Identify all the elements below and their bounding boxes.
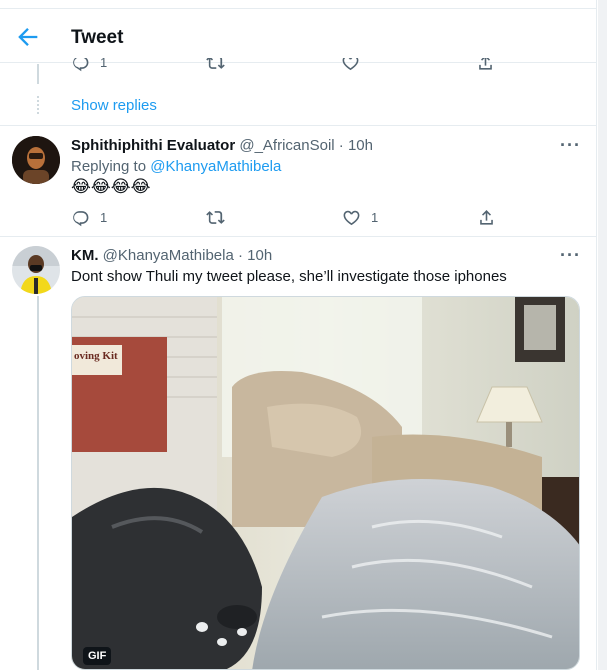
like-button[interactable] [341,58,360,72]
prev-tweet-actions: 1 [71,58,501,76]
user-name[interactable]: Sphithiphithi Evaluator [71,137,235,154]
gif-image: oving Kit [72,297,579,669]
gif-badge: GIF [83,647,112,665]
user-handle[interactable]: @_AfricanSoil [239,137,334,154]
page-title: Tweet [71,27,124,48]
share-button[interactable] [477,207,496,227]
replying-to: Replying to @KhanyaMathibela [71,158,281,175]
box-label: oving Kit [74,350,118,362]
more-icon[interactable]: ··· [560,135,581,156]
share-icon [479,58,492,70]
like-count: 1 [371,209,379,225]
reply-button[interactable]: 1 [71,207,107,227]
avatar[interactable] [12,136,60,184]
tweet-header: KM. @KhanyaMathibela · 10h [71,247,272,264]
tweet-time[interactable]: · 10h [339,137,373,154]
back-arrow-icon[interactable] [14,23,42,51]
like-icon [343,210,360,225]
tweet-actions: 1 1 [71,207,501,227]
gif-media[interactable]: oving Kit [71,296,580,670]
replying-prefix: Replying to [71,158,147,175]
divider [0,125,597,126]
thread-dots [37,96,39,116]
reply-button[interactable]: 1 [71,58,107,72]
share-button[interactable] [476,58,495,72]
user-handle[interactable]: @KhanyaMathibela [103,247,234,264]
reply-count: 1 [100,209,108,225]
thread-line [37,296,39,670]
share-icon [480,209,493,225]
reply-icon [73,210,89,226]
tweet-time[interactable]: · 10h [238,247,272,264]
tweet-text: 😂😂😂😂 [71,177,151,196]
user-name[interactable]: KM. [71,247,99,264]
reply-count: 1 [100,58,108,70]
like-icon [342,58,359,70]
scrollbar-track[interactable] [598,0,607,670]
replying-handle-link[interactable]: @KhanyaMathibela [150,158,281,175]
retweet-icon [206,58,225,69]
retweet-button[interactable] [206,58,225,72]
divider [0,236,597,237]
page-header: Tweet [0,8,597,63]
like-button[interactable]: 1 [342,207,378,227]
retweet-button[interactable] [206,207,225,227]
more-icon[interactable]: ··· [560,245,581,266]
retweet-icon [206,210,225,224]
thread-line [37,64,39,84]
reply-icon [73,58,89,71]
tweet-header: Sphithiphithi Evaluator @_AfricanSoil · … [71,137,373,154]
show-replies-link[interactable]: Show replies [71,97,157,114]
tweet-text: Dont show Thuli my tweet please, she’ll … [71,268,507,285]
avatar[interactable] [12,246,60,294]
